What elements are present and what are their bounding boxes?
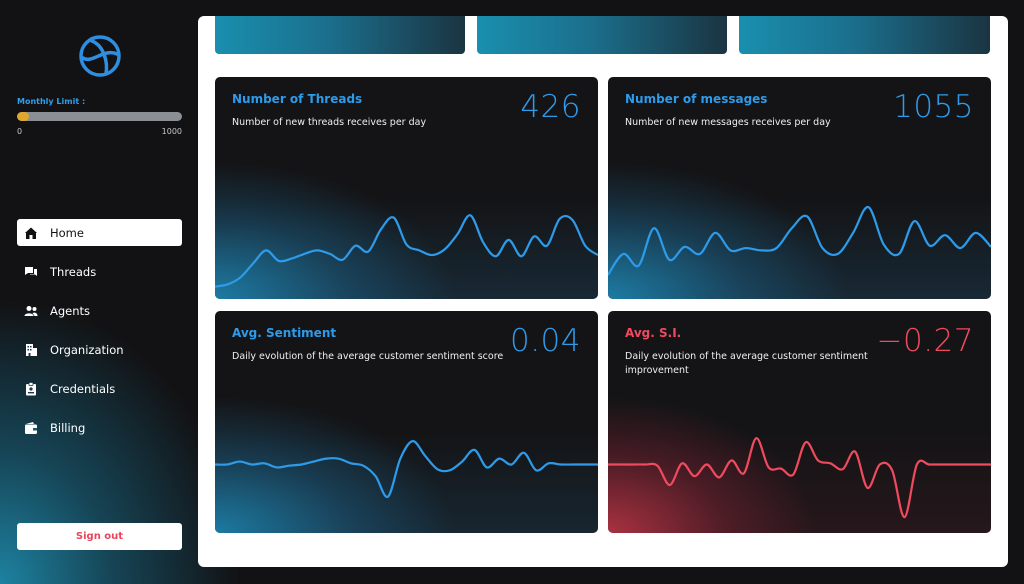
- monthly-limit-label: Monthly Limit :: [17, 97, 86, 106]
- dashboard-panel: Number of Threads Number of new threads …: [198, 16, 1008, 567]
- sentiment-improvement-card[interactable]: Avg. S.I. Daily evolution of the average…: [608, 311, 991, 533]
- sidebar-item-label: Agents: [50, 303, 91, 318]
- summary-card[interactable]: [739, 16, 990, 54]
- wallet-icon: [24, 421, 38, 435]
- sidebar-item-threads[interactable]: Threads: [17, 258, 182, 285]
- sidebar-item-label: Threads: [50, 264, 97, 279]
- sidebar-item-agents[interactable]: Agents: [17, 297, 182, 324]
- summary-card[interactable]: [215, 16, 465, 54]
- home-icon: [24, 226, 38, 240]
- monthly-limit-max: 1000: [161, 127, 182, 136]
- sentiment-card[interactable]: Avg. Sentiment Daily evolution of the av…: [215, 311, 598, 533]
- sidebar-item-billing[interactable]: Billing: [17, 414, 182, 441]
- sentiment-line-chart: [215, 440, 598, 498]
- users-icon: [24, 304, 38, 318]
- sentiment-improvement-line-chart: [608, 437, 991, 519]
- series-line: [608, 206, 991, 276]
- globe-logo-icon[interactable]: [78, 34, 122, 78]
- chat-icon: [24, 265, 38, 279]
- sidebar: Monthly Limit : 0 1000 Home Threads Agen…: [0, 0, 198, 584]
- sign-out-button[interactable]: Sign out: [17, 523, 182, 550]
- sidebar-item-label: Credentials: [50, 381, 116, 396]
- messages-card[interactable]: Number of messages Number of new message…: [608, 77, 991, 299]
- summary-card[interactable]: [477, 16, 727, 54]
- sidebar-item-label: Billing: [50, 420, 86, 435]
- sidebar-item-credentials[interactable]: Credentials: [17, 375, 182, 402]
- sidebar-nav: Home Threads Agents Organization Credent…: [17, 219, 182, 453]
- sidebar-item-label: Organization: [50, 342, 124, 357]
- messages-line-chart: [608, 206, 991, 276]
- series-line: [215, 214, 598, 288]
- series-line: [608, 437, 991, 519]
- series-line: [215, 440, 598, 498]
- threads-line-chart: [215, 214, 598, 288]
- building-icon: [24, 343, 38, 357]
- threads-card[interactable]: Number of Threads Number of new threads …: [215, 77, 598, 299]
- monthly-limit-min: 0: [17, 127, 23, 136]
- sidebar-item-home[interactable]: Home: [17, 219, 182, 246]
- sidebar-item-organization[interactable]: Organization: [17, 336, 182, 363]
- badge-icon: [24, 381, 38, 396]
- monthly-limit-progress-fill: [17, 112, 29, 121]
- monthly-limit-progress: [17, 112, 182, 121]
- sidebar-item-label: Home: [50, 225, 84, 240]
